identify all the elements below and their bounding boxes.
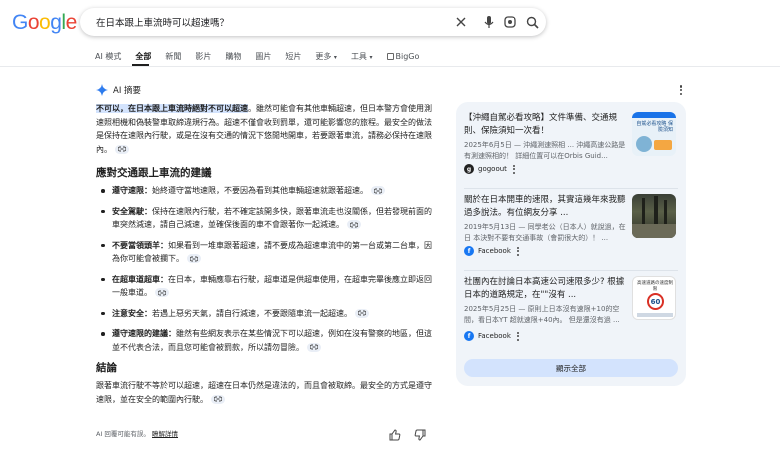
source-title[interactable]: 關於在日本開車的速限，其實這幾年來我聽過多說法。有位網友分享 ... (464, 194, 626, 220)
source-snippet: 2019年5月13日 — 同學老公（日本人）就說過，在日 本決對不要有交通事故（… (464, 223, 626, 242)
tab-more-label: 更多 (315, 51, 332, 61)
link-icon[interactable] (355, 308, 369, 318)
thumbnail-caption: 自駕必看攻略 保險須知 (636, 121, 673, 133)
conclusion-paragraph: 跟著車流行駛不等於可以超速，超速在日本仍然是違法的，而且會被取締。最安全的方式是… (96, 379, 436, 406)
more-options-icon[interactable] (676, 84, 686, 96)
list-item: 遵守速限的建議：雖然有些網友表示在某些情況下可以超速，例如在沒有警察的地區，但這… (101, 327, 436, 354)
microphone-icon[interactable] (481, 14, 497, 30)
chevron-down-icon: ▾ (369, 53, 373, 61)
divider (464, 188, 678, 189)
list-item: 安全駕駛：保持在速限內行駛，若不確定該開多快，跟著車流走也沒關係，但若發現前面的… (101, 205, 436, 232)
more-options-icon[interactable] (512, 164, 515, 174)
ai-overview-title: AI 摘要 (113, 86, 142, 96)
source-site-name: Facebook (478, 332, 511, 340)
divider (464, 270, 678, 271)
source-thumbnail[interactable]: 高速道路の速度制限 60 (632, 276, 676, 320)
tab-biggo-label: BigGo (395, 51, 420, 61)
source-thumbnail[interactable]: 自駕必看攻略 保險須知 (632, 112, 676, 156)
thumbs-up-icon[interactable] (389, 426, 403, 441)
disclaimer-text: AI 回覆可能有誤。 (96, 430, 150, 438)
list-item: 不要當領頭羊：如果看到一堆車跟著超速，請不要成為超速車流中的第一台或第二台車，因… (101, 239, 436, 266)
source-site-name: Facebook (478, 247, 511, 255)
tab-all[interactable]: 全部 (135, 51, 151, 62)
source-title[interactable]: 社團內在討論日本高速公司速限多少? 根據日本的道路規定，在""沒有 ... (464, 276, 626, 302)
conclusion-text: 跟著車流行駛不等於可以超速，超速在日本仍然是違法的，而且會被取締。最安全的方式是… (96, 381, 432, 404)
more-options-icon[interactable] (516, 246, 519, 256)
item-text: 保持在速限內行駛，若不確定該開多快，跟著車流走也沒關係，但若發現前面的車突然減速… (112, 206, 432, 230)
source-snippet: 2025年5月25日 — 原則上日本沒有速限+10的空間，看日本YT 超就速限+… (464, 305, 620, 324)
tab-shopping[interactable]: 購物 (225, 51, 241, 62)
tab-ai-mode[interactable]: AI 模式 (95, 51, 121, 62)
tab-tools-label: 工具 (350, 51, 367, 61)
gemini-sparkle-icon (96, 84, 108, 96)
link-icon[interactable] (347, 220, 361, 229)
list-item: 注意安全：若遇上惡劣天氣，請自行減速，不要跟隨車流一起超速。 (101, 307, 436, 321)
ai-overview-body: 不可以，在日本跟上車流時絕對不可以超速。雖然可能會有其他車輛超速，但日本警方會使… (96, 102, 436, 406)
search-bar[interactable]: 在日本跟上車流時可以超速嗎？ (80, 8, 546, 36)
section-heading: 應對交通跟上車流的建議 (96, 167, 212, 179)
ai-disclaimer: AI 回覆可能有誤。 瞭解詳情 (96, 428, 178, 438)
ai-intro-paragraph: 不可以，在日本跟上車流時絕對不可以超速。雖然可能會有其他車輛超速，但日本警方會使… (96, 102, 436, 156)
item-term: 遵守速限的建議： (112, 329, 176, 338)
link-icon[interactable] (155, 288, 169, 297)
tab-short-videos[interactable]: 短片 (285, 51, 301, 62)
learn-more-link[interactable]: 瞭解詳情 (152, 430, 178, 438)
tab-more[interactable]: 更多 ▾ (315, 51, 337, 62)
link-icon[interactable] (307, 342, 321, 352)
source-card[interactable]: 關於在日本開車的速限，其實這幾年來我聽過多說法。有位網友分享 ... 2019年… (464, 194, 678, 264)
search-input[interactable]: 在日本跟上車流時可以超速嗎？ (96, 15, 229, 29)
source-site: g gogoout (464, 164, 515, 174)
tab-biggo[interactable]: BigGo (386, 51, 420, 61)
tab-news[interactable]: 新聞 (165, 51, 181, 62)
item-term: 遵守速限： (112, 186, 152, 195)
advice-list: 遵守速限：始終遵守當地速限，不要因為看到其他車輛超速就跟著超速。 安全駕駛：保持… (101, 184, 436, 354)
source-thumbnail[interactable] (632, 194, 676, 238)
tab-tools[interactable]: 工具 ▾ (351, 51, 373, 62)
item-text: 若遇上惡劣天氣，請自行減速，不要跟隨車流一起超速。 (152, 308, 352, 318)
show-all-button[interactable]: 顯示全部 (464, 359, 678, 377)
item-term: 在超車道超車： (112, 274, 168, 284)
chevron-down-icon: ▾ (333, 53, 337, 61)
clear-icon[interactable] (453, 14, 469, 30)
google-logo[interactable]: Google (12, 11, 77, 35)
header-divider (0, 66, 780, 67)
source-site: f Facebook (464, 331, 519, 341)
link-icon[interactable] (187, 254, 201, 263)
item-term: 注意安全： (112, 308, 152, 318)
search-tabs: AI 模式 全部 新聞 影片 購物 圖片 短片 更多 ▾ 工具 ▾ BigGo (95, 48, 433, 64)
biggo-icon (386, 52, 394, 60)
source-title[interactable]: 【沖繩自駕必看攻略】文件準備、交通規則、保險須知一次看！ (464, 112, 626, 138)
lens-icon[interactable] (502, 14, 518, 30)
gogoout-favicon-icon: g (464, 164, 474, 174)
source-snippet: 2025年6月5日 — 沖繩測速照相 ... 沖繩高速公路是有測速照相的！ 詳細… (464, 141, 626, 160)
facebook-favicon-icon: f (464, 246, 474, 256)
thumbnail-caption: 高速道路の速度制限 (637, 281, 673, 292)
list-item: 遵守速限：始終遵守當地速限，不要因為看到其他車輛超速就跟著超速。 (101, 184, 436, 198)
search-icon[interactable] (524, 14, 540, 30)
source-card[interactable]: 社團內在討論日本高速公司速限多少? 根據日本的道路規定，在""沒有 ... 20… (464, 276, 678, 346)
facebook-favicon-icon: f (464, 331, 474, 341)
link-icon[interactable] (371, 186, 385, 195)
link-icon[interactable] (211, 394, 225, 404)
source-card[interactable]: 【沖繩自駕必看攻略】文件準備、交通規則、保險須知一次看！ 2025年6月5日 —… (464, 112, 678, 182)
list-item: 在超車道超車：在日本，車輛應靠右行駛，超車道是供超車使用，在超車完畢後應立即返回… (101, 273, 436, 300)
source-site-name: gogoout (478, 165, 507, 173)
source-site: f Facebook (464, 246, 519, 256)
ai-intro-highlight: 不可以，在日本跟上車流時絕對不可以超速 (96, 104, 248, 113)
tab-videos[interactable]: 影片 (195, 51, 211, 62)
link-icon[interactable] (115, 144, 129, 154)
thumbs-down-icon[interactable] (414, 426, 428, 441)
conclusion-heading: 結論 (96, 362, 117, 374)
item-text: 始終遵守當地速限，不要因為看到其他車輛超速就跟著超速。 (152, 186, 368, 195)
more-options-icon[interactable] (516, 331, 519, 341)
sources-panel: 【沖繩自駕必看攻略】文件準備、交通規則、保險須知一次看！ 2025年6月5日 —… (456, 102, 686, 386)
ai-overview-header: AI 摘要 (96, 84, 141, 96)
tab-images[interactable]: 圖片 (255, 51, 271, 62)
item-term: 不要當領頭羊： (112, 240, 168, 250)
speed-limit-sign: 60 (647, 293, 664, 310)
item-term: 安全駕駛： (112, 206, 152, 216)
